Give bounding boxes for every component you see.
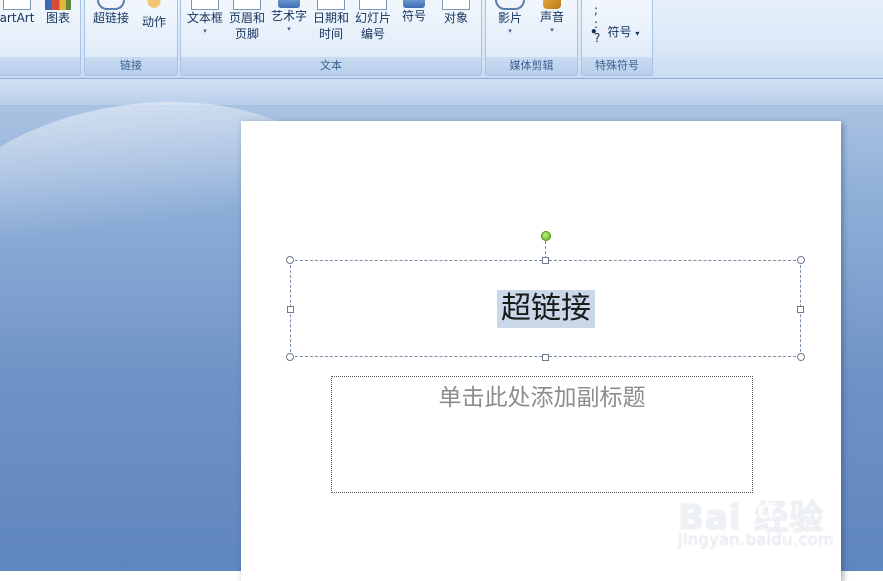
textbox-icon <box>191 0 219 10</box>
resize-handle-left[interactable] <box>287 306 294 313</box>
chevron-down-icon: ▾ <box>203 27 207 35</box>
calendar-clock-icon <box>317 0 345 10</box>
ribbon-group-links: 超链接 动作 链接 <box>84 0 178 76</box>
resize-handle-bottom-right[interactable] <box>797 353 805 361</box>
slide-number-button[interactable]: 幻灯片 编号 <box>353 0 393 42</box>
watermark-url: jingyan.baidu.com <box>678 530 835 549</box>
slide-title[interactable]: 超链接 <box>497 290 595 328</box>
sound-button[interactable]: 声音 ▾ <box>534 0 570 35</box>
resize-handle-top-left[interactable] <box>286 256 294 264</box>
object-icon <box>442 0 470 10</box>
ribbon-group-illustrations: artArt 图表 <box>0 0 81 76</box>
ribbon: artArt 图表 超链接 动作 链接 文本框 ▾ 页眉和 页脚 艺术字 ▾ 日… <box>0 0 883 79</box>
hyperlink-button[interactable]: 超链接 <box>89 0 133 26</box>
rotate-handle[interactable] <box>541 231 551 241</box>
resize-handle-bottom[interactable] <box>542 354 549 361</box>
resize-handle-top-right[interactable] <box>797 256 805 264</box>
header-footer-button[interactable]: 页眉和 页脚 <box>227 0 267 42</box>
action-hand-icon <box>143 0 165 14</box>
resize-handle-top[interactable] <box>542 257 549 264</box>
omega-symbol-icon <box>403 0 425 8</box>
object-button[interactable]: 对象 <box>439 0 473 26</box>
baidu-jingyan-watermark: Bai 经验 du jingyan.baidu.com <box>678 490 878 560</box>
special-symbol-dropdown[interactable]: • 符号 ▾ <box>590 24 650 42</box>
chart-button[interactable]: 图表 <box>41 0 75 26</box>
smartart-icon <box>3 0 31 10</box>
chevron-down-icon: ▾ <box>550 26 554 34</box>
wordart-icon <box>278 0 300 8</box>
subtitle-prompt[interactable]: 单击此处添加副标题 <box>331 378 753 412</box>
textbox-button[interactable]: 文本框 ▾ <box>185 0 225 36</box>
symbol-button[interactable]: 符号 <box>397 0 431 24</box>
movie-button[interactable]: 影片 ▾ <box>492 0 528 36</box>
hyperlink-icon <box>97 0 125 10</box>
chevron-down-icon: ▾ <box>635 29 640 38</box>
group-label-special-symbols: 特殊符号 <box>582 57 652 75</box>
resize-handle-bottom-left[interactable] <box>286 353 294 361</box>
group-label-links: 链接 <box>85 57 177 75</box>
bullet-icon: • <box>590 25 598 39</box>
group-label-media: 媒体剪辑 <box>486 57 577 75</box>
date-time-button[interactable]: 日期和 时间 <box>311 0 351 42</box>
wordart-button[interactable]: 艺术字 ▾ <box>269 0 309 34</box>
group-label-illustrations <box>0 57 80 75</box>
slide-number-icon <box>359 0 387 10</box>
resize-handle-right[interactable] <box>797 306 804 313</box>
action-button[interactable]: 动作 <box>137 0 171 30</box>
ribbon-group-special-symbols: ; : ? • 符号 ▾ 特殊符号 <box>581 0 653 76</box>
chevron-down-icon: ▾ <box>287 25 291 33</box>
speaker-icon <box>543 0 561 9</box>
chevron-down-icon: ▾ <box>508 27 512 35</box>
baidu-paw-icon <box>744 490 776 505</box>
header-footer-icon <box>233 0 261 10</box>
smartart-button[interactable]: artArt <box>0 0 37 26</box>
workspace-top-band <box>0 79 883 106</box>
ribbon-group-text: 文本框 ▾ 页眉和 页脚 艺术字 ▾ 日期和 时间 幻灯片 编号 符号 对象 文… <box>180 0 482 76</box>
chart-icon <box>45 0 71 10</box>
group-label-text: 文本 <box>181 57 481 75</box>
ribbon-group-media: 影片 ▾ 声音 ▾ 媒体剪辑 <box>485 0 578 76</box>
film-reel-icon <box>495 0 525 10</box>
